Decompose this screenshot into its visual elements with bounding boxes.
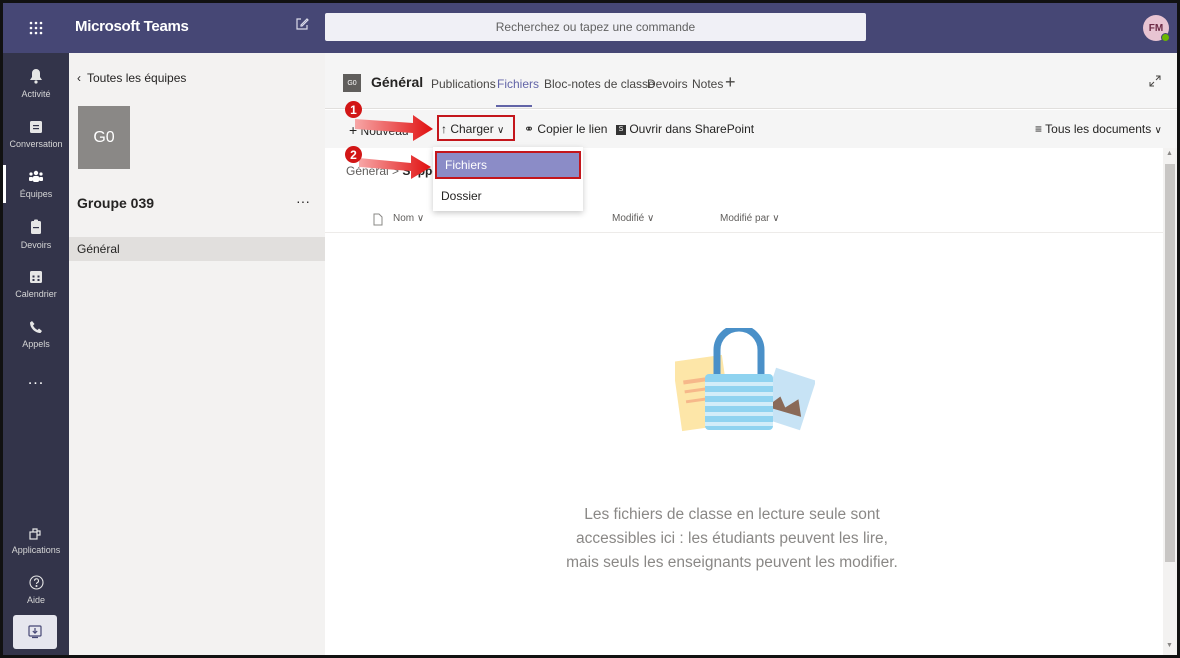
app-window: Microsoft Teams Recherchez ou tapez une … [0, 0, 1180, 658]
step1-arrow-icon [355, 115, 433, 141]
step2-arrow-icon [359, 155, 431, 179]
step-1-badge: 1 [345, 101, 362, 118]
annotation-arrows [355, 115, 433, 179]
step-2-badge: 2 [345, 146, 362, 163]
